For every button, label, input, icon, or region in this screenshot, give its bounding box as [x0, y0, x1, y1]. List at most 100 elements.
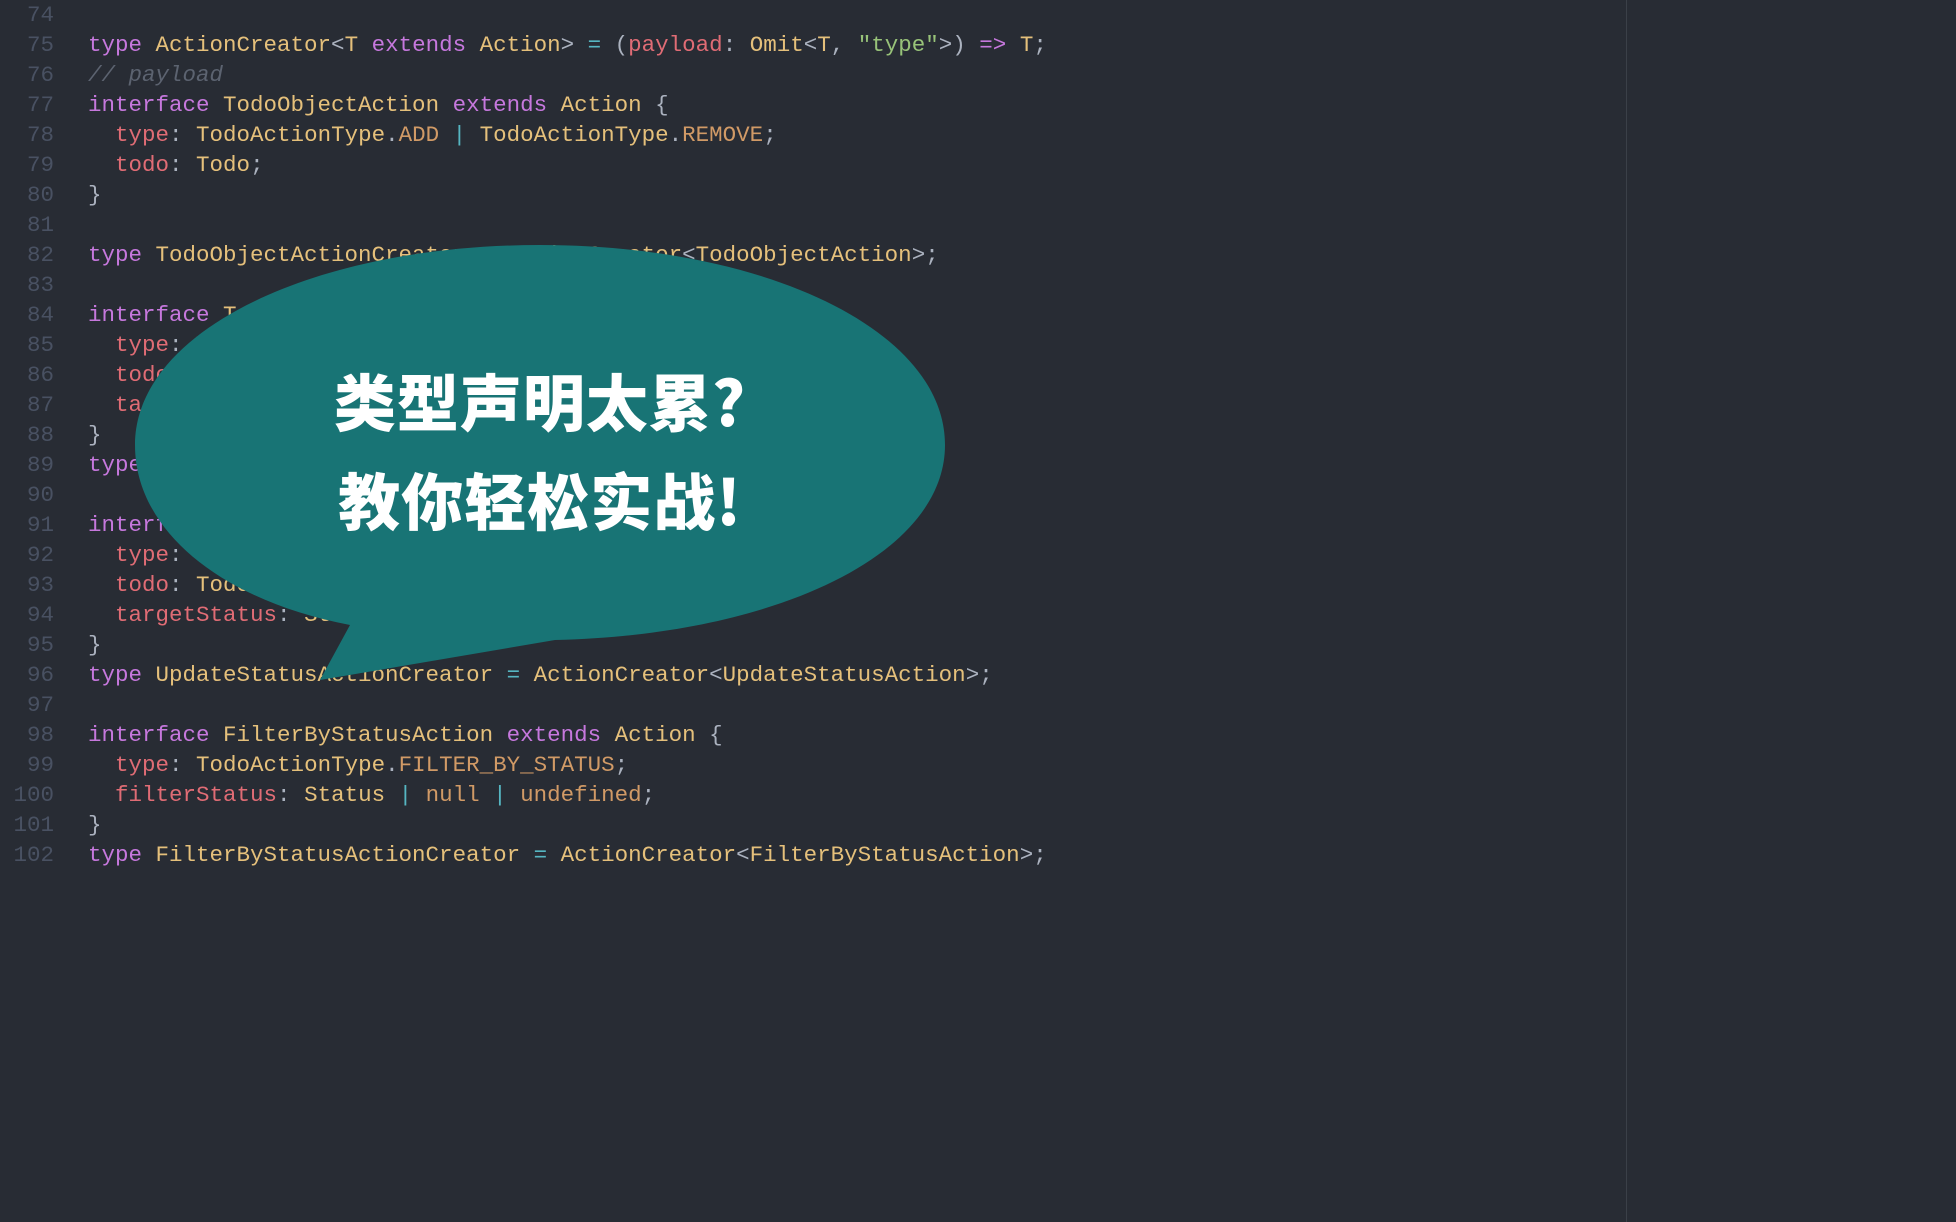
code-token: UpdateStatusActionCreator — [156, 662, 494, 688]
line-number: 91 — [0, 510, 54, 540]
code-token: ; — [642, 782, 656, 808]
code-editor[interactable]: 7475767778798081828384858687888990919293… — [0, 0, 1956, 1222]
code-token: extends — [345, 302, 467, 328]
code-line[interactable]: type ActionCreator<T extends Action> = (… — [88, 30, 1956, 60]
code-line[interactable]: targetStatus: Status; — [88, 600, 1956, 630]
line-number: 80 — [0, 180, 54, 210]
line-number: 84 — [0, 300, 54, 330]
code-token: } — [88, 182, 102, 208]
code-line[interactable]: interface TagAction extends Action { — [88, 300, 1956, 330]
code-token: UpdateStatusAction — [723, 662, 966, 688]
line-number: 97 — [0, 690, 54, 720]
code-token: extends — [439, 92, 561, 118]
code-line[interactable]: } — [88, 630, 1956, 660]
code-token: ; — [574, 542, 588, 568]
code-token: payload — [628, 32, 723, 58]
line-number: 88 — [0, 420, 54, 450]
code-line[interactable]: filterStatus: Status | null | undefined; — [88, 780, 1956, 810]
code-token: // payload — [88, 62, 223, 88]
code-token: UPDATE_STATUS — [399, 542, 575, 568]
code-token: interface — [88, 512, 223, 538]
code-token — [88, 152, 115, 178]
code-line[interactable] — [88, 480, 1956, 510]
code-token — [88, 392, 115, 418]
code-token: TodoObjectActionCreator — [156, 242, 467, 268]
code-token: | — [385, 782, 426, 808]
code-line[interactable]: interface TodoObjectAction extends Actio… — [88, 90, 1956, 120]
code-token: type — [115, 332, 169, 358]
code-token: type — [88, 662, 156, 688]
line-number-gutter: 7475767778798081828384858687888990919293… — [0, 0, 68, 1222]
code-line[interactable]: type TagActionCreator = ActionCreator<Ta… — [88, 450, 1956, 480]
code-token: >; — [1020, 842, 1047, 868]
code-token: ActionCreator — [156, 32, 332, 58]
code-line[interactable]: // payload — [88, 60, 1956, 90]
code-line[interactable]: type FilterByStatusActionCreator = Actio… — [88, 840, 1956, 870]
code-token: ; — [264, 392, 278, 418]
line-number: 100 — [0, 780, 54, 810]
code-token: Action — [588, 512, 669, 538]
code-token: >; — [966, 662, 993, 688]
code-line[interactable]: } — [88, 810, 1956, 840]
line-number: 89 — [0, 450, 54, 480]
code-line[interactable]: type: TodoActionType.ADD | TodoActionTyp… — [88, 120, 1956, 150]
code-token: | — [439, 122, 480, 148]
code-token: T — [1020, 32, 1034, 58]
code-token: | — [493, 332, 534, 358]
code-line[interactable]: type: TodoActionType.ADD_TAG | TodoActio… — [88, 330, 1956, 360]
code-token: : — [169, 122, 196, 148]
code-line[interactable]: tag: string; — [88, 390, 1956, 420]
code-token: >; — [912, 242, 939, 268]
line-number: 86 — [0, 360, 54, 390]
code-token: < — [588, 452, 602, 478]
code-token: . — [385, 542, 399, 568]
code-line[interactable]: } — [88, 180, 1956, 210]
line-number: 92 — [0, 540, 54, 570]
code-token: TagAction — [601, 452, 723, 478]
code-token: todo — [115, 572, 169, 598]
code-area[interactable]: type ActionCreator<T extends Action> = (… — [68, 0, 1956, 1222]
line-number: 101 — [0, 810, 54, 840]
code-line[interactable]: interface UpdateStatusAction extends Act… — [88, 510, 1956, 540]
code-line[interactable]: } — [88, 420, 1956, 450]
code-token: FilterByStatusAction — [750, 842, 1020, 868]
code-token: ; — [871, 332, 885, 358]
code-token: < — [804, 32, 818, 58]
code-token: | — [480, 782, 521, 808]
code-token: Status — [304, 602, 385, 628]
code-line[interactable]: type TodoObjectActionCreator = ActionCre… — [88, 240, 1956, 270]
code-line[interactable]: interface FilterByStatusAction extends A… — [88, 720, 1956, 750]
code-token: : — [169, 542, 196, 568]
code-line[interactable]: todo: Todo; — [88, 570, 1956, 600]
code-token: { — [669, 512, 696, 538]
code-token: , — [831, 32, 858, 58]
code-line[interactable] — [88, 210, 1956, 240]
code-token: { — [696, 722, 723, 748]
code-token: ; — [250, 362, 264, 388]
code-token: ActionCreator — [534, 662, 710, 688]
code-token: : — [277, 782, 304, 808]
code-token: T — [817, 32, 831, 58]
code-line[interactable] — [88, 690, 1956, 720]
code-token: type — [88, 842, 156, 868]
code-line[interactable]: type: TodoActionType.FILTER_BY_STATUS; — [88, 750, 1956, 780]
code-token: Action — [466, 302, 547, 328]
code-token: type — [115, 122, 169, 148]
code-line[interactable] — [88, 270, 1956, 300]
code-line[interactable]: type UpdateStatusActionCreator = ActionC… — [88, 660, 1956, 690]
line-number: 94 — [0, 600, 54, 630]
line-number: 79 — [0, 150, 54, 180]
code-token — [88, 122, 115, 148]
line-number: 87 — [0, 390, 54, 420]
line-number: 90 — [0, 480, 54, 510]
code-token: TagActionCreator — [156, 452, 372, 478]
code-token: ActionCreator — [412, 452, 588, 478]
code-token: REMOVE_TAG — [736, 332, 871, 358]
code-line[interactable]: todo: Todo; — [88, 360, 1956, 390]
code-token — [88, 752, 115, 778]
code-line[interactable]: type: TodoActionType.UPDATE_STATUS; — [88, 540, 1956, 570]
code-line[interactable] — [88, 0, 1956, 30]
line-number: 75 — [0, 30, 54, 60]
code-token: type — [115, 752, 169, 778]
code-line[interactable]: todo: Todo; — [88, 150, 1956, 180]
